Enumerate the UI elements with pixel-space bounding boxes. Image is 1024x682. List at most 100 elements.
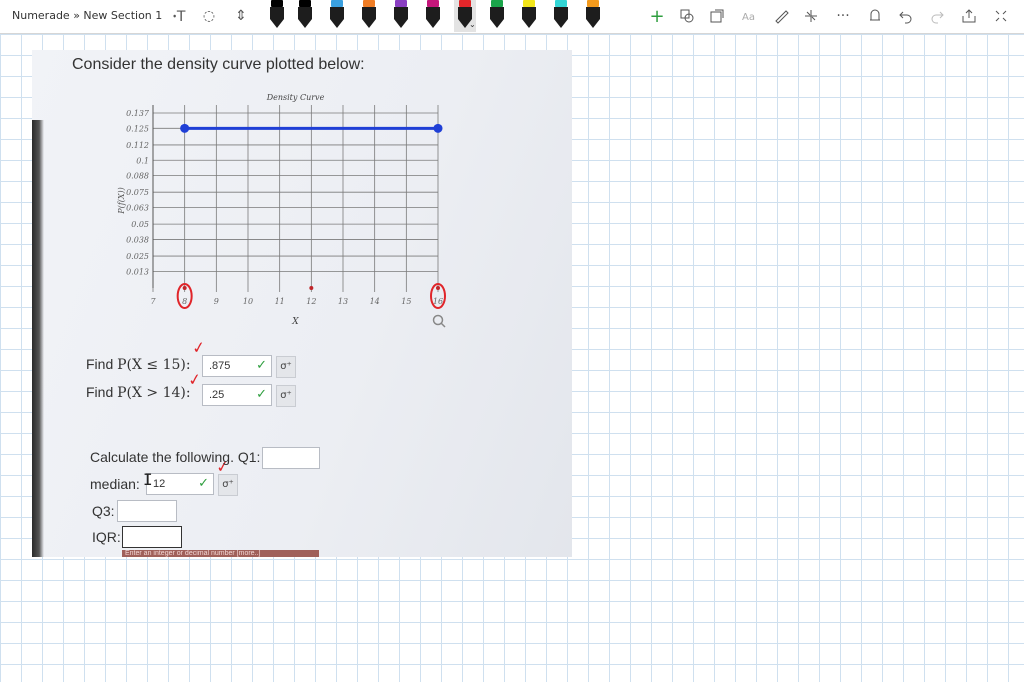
more-icon[interactable]: ···: [832, 5, 854, 27]
find-1-prefix: Find: [86, 356, 118, 372]
pen-color-swatch: [459, 0, 471, 7]
red-dot-annotation: [309, 286, 314, 290]
y-axis-label: P(f(X)): [117, 187, 126, 215]
y-tick-label: 0.013: [126, 267, 149, 276]
pen-5[interactable]: [390, 0, 412, 30]
pen-body: [554, 7, 568, 19]
lasso-text-icon[interactable]: ꞏT: [168, 5, 190, 27]
pen-3[interactable]: [326, 0, 348, 30]
shape-icon[interactable]: [676, 5, 698, 27]
pen-color-swatch: [395, 0, 407, 7]
data-point: [433, 123, 443, 133]
x-axis-label: X: [291, 317, 299, 327]
pen-11[interactable]: [582, 0, 604, 30]
x-tick-label: 9: [214, 297, 219, 306]
pen-9[interactable]: [518, 0, 540, 30]
pen-body: [458, 7, 472, 19]
add-space-icon[interactable]: ⇕: [230, 5, 252, 27]
ruler-icon[interactable]: [770, 5, 792, 27]
pen-color-swatch: [555, 0, 567, 7]
data-point: [180, 123, 190, 133]
redo-icon[interactable]: [926, 5, 948, 27]
lasso-select-icon[interactable]: ◌: [198, 5, 220, 27]
pen-tip: [554, 19, 568, 28]
handwritten-check-icon: ✓: [186, 369, 203, 390]
q3-label: Q3:: [92, 503, 115, 519]
pen-6[interactable]: [422, 0, 444, 30]
q1-input[interactable]: [262, 447, 320, 469]
chart-title: Density Curve: [266, 93, 325, 102]
calculate-label: Calculate the following. Q1:: [90, 449, 261, 465]
x-tick-label: 13: [338, 297, 348, 306]
pen-color-swatch: [331, 0, 343, 7]
ink-to-text-icon[interactable]: Aa: [738, 5, 760, 27]
answer-field-1[interactable]: .875 ✓: [202, 355, 272, 377]
q3-input[interactable]: [117, 500, 177, 522]
key-icon[interactable]: σ⁺: [218, 474, 238, 496]
ink-to-shape-icon[interactable]: [706, 5, 728, 27]
x-tick-label: 11: [275, 297, 285, 306]
pen-tip: [362, 19, 376, 28]
text-cursor-icon: I: [143, 470, 153, 489]
undo-icon[interactable]: [895, 5, 917, 27]
x-tick-label: 14: [370, 297, 380, 306]
pen-color-swatch: [491, 0, 503, 7]
pen-4[interactable]: [358, 0, 380, 30]
y-tick-label: 0.038: [126, 235, 149, 244]
median-input[interactable]: 12 ✓: [146, 473, 214, 495]
correct-check-icon: ✓: [198, 476, 209, 491]
pen-8[interactable]: [486, 0, 508, 30]
collapse-icon[interactable]: [990, 5, 1012, 27]
median-value: 12: [153, 478, 166, 490]
x-tick-label: 8: [182, 297, 187, 306]
y-tick-label: 0.125: [126, 124, 149, 133]
x-tick-label: 16: [433, 297, 443, 306]
pen-body: [330, 7, 344, 19]
pen-tip: [426, 19, 440, 28]
pen-color-swatch: [427, 0, 439, 7]
add-pen-icon[interactable]: +: [646, 5, 668, 27]
pen-body: [270, 7, 284, 19]
answer-field-2[interactable]: .25 ✓: [202, 384, 272, 406]
pen-10[interactable]: [550, 0, 572, 30]
find-1-expression: P(X ≤ 15):: [117, 357, 191, 373]
pen-7[interactable]: ⌄: [454, 0, 476, 32]
question-title: Consider the density curve plotted below…: [72, 56, 365, 73]
y-tick-label: 0.025: [126, 252, 149, 261]
y-tick-label: 0.088: [126, 172, 149, 181]
iqr-input[interactable]: [122, 526, 182, 548]
iqr-label: IQR:: [92, 529, 121, 545]
key-icon[interactable]: σ⁺: [276, 356, 296, 378]
replay-icon[interactable]: [864, 5, 886, 27]
pen-body: [586, 7, 600, 19]
pen-1[interactable]: [266, 0, 288, 30]
pen-color-swatch: [271, 0, 283, 7]
photo-shadow: [32, 120, 44, 557]
input-hint: Enter an integer or decimal number [more…: [122, 550, 319, 557]
breadcrumb[interactable]: Numerade » New Section 1: [12, 9, 162, 22]
pen-body: [298, 7, 312, 19]
key-icon[interactable]: σ⁺: [276, 385, 296, 407]
median-label: median:: [90, 476, 140, 492]
red-dot-annotation: [182, 286, 187, 290]
pen-tip: [298, 19, 312, 28]
answer-2-value: .25: [209, 389, 225, 401]
zoom-icon-handle: [440, 322, 446, 328]
y-tick-label: 0.112: [126, 141, 149, 150]
pen-2[interactable]: [294, 0, 316, 30]
share-icon[interactable]: [958, 5, 980, 27]
correct-check-icon: ✓: [256, 387, 267, 402]
math-icon[interactable]: [800, 5, 822, 27]
density-chart: 0.013 0.025 0.038 0.05 0.063 0.075 0.088 0.1 0.1…: [117, 93, 446, 328]
handwritten-check-icon: ✓: [190, 337, 207, 358]
find-2-prefix: Find: [86, 384, 118, 400]
pen-body: [394, 7, 408, 19]
red-dot-annotation: [436, 286, 440, 290]
pen-body: [426, 7, 440, 19]
chevron-down-icon[interactable]: ⌄: [469, 20, 476, 29]
pen-body: [362, 7, 376, 19]
pen-tip: [270, 19, 284, 28]
pen-tip: [586, 19, 600, 28]
find-line-2: Find P(X > 14):: [86, 384, 191, 401]
y-tick-label: 0.05: [131, 220, 149, 229]
